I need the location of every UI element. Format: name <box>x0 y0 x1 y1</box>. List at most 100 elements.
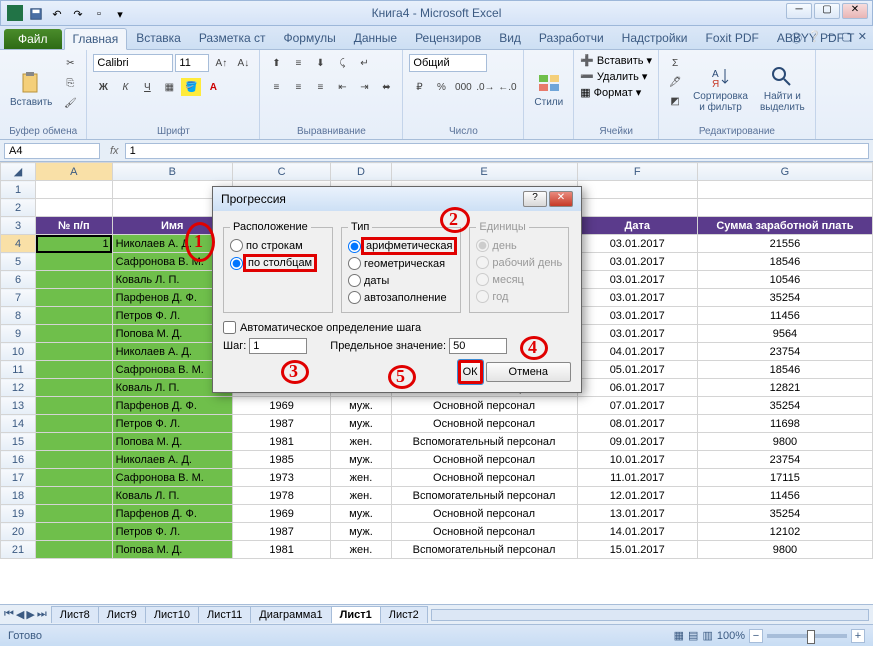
wrap-text-icon[interactable]: ↵ <box>354 54 374 72</box>
qat-dropdown-icon[interactable]: ▾ <box>111 5 129 23</box>
minimize-button[interactable]: ─ <box>786 3 812 19</box>
cell[interactable] <box>36 415 113 433</box>
cell[interactable] <box>36 433 113 451</box>
cell[interactable]: 11.01.2017 <box>577 469 697 487</box>
header-date[interactable]: Дата <box>577 217 697 235</box>
align-top-icon[interactable]: ⬆ <box>266 54 286 72</box>
header-salary[interactable]: Сумма заработной плать <box>697 217 872 235</box>
cell[interactable]: 1973 <box>232 469 330 487</box>
cell[interactable]: 08.01.2017 <box>577 415 697 433</box>
autosum-icon[interactable]: Σ <box>665 54 685 72</box>
cell[interactable]: Вспомогательный персонал <box>391 541 577 559</box>
cell[interactable]: 21556 <box>697 235 872 253</box>
styles-button[interactable]: Стили <box>530 54 567 124</box>
cell[interactable] <box>36 289 113 307</box>
tab-addins[interactable]: Надстройки <box>613 27 697 49</box>
view-break-icon[interactable]: ▥ <box>702 629 712 642</box>
cell[interactable]: 09.01.2017 <box>577 433 697 451</box>
cell[interactable] <box>36 451 113 469</box>
cut-icon[interactable]: ✂ <box>60 54 80 72</box>
cell[interactable]: 03.01.2017 <box>577 289 697 307</box>
cell[interactable] <box>36 325 113 343</box>
row-header[interactable]: 11 <box>1 361 36 379</box>
tab-formulas[interactable]: Формулы <box>275 27 345 49</box>
cell[interactable]: муж. <box>331 505 391 523</box>
cell[interactable] <box>36 487 113 505</box>
italic-icon[interactable]: К <box>115 78 135 96</box>
cell[interactable]: 03.01.2017 <box>577 325 697 343</box>
tab-home[interactable]: Главная <box>64 28 128 50</box>
cell[interactable]: 13.01.2017 <box>577 505 697 523</box>
radio-by-rows[interactable]: по строкам <box>230 237 326 254</box>
workbook-min-icon[interactable]: ─ <box>828 30 836 46</box>
cell[interactable]: 1981 <box>232 541 330 559</box>
cell[interactable]: 11456 <box>697 307 872 325</box>
insert-cells-button[interactable]: Вставить <box>597 55 644 67</box>
tab-foxit[interactable]: Foxit PDF <box>697 27 768 49</box>
row-header[interactable]: 14 <box>1 415 36 433</box>
radio-geometric[interactable]: геометрическая <box>348 255 454 272</box>
cell[interactable]: Основной персонал <box>391 451 577 469</box>
cell[interactable]: 18546 <box>697 253 872 271</box>
cell[interactable]: Парфенов Д. Ф. <box>112 397 232 415</box>
row-header[interactable]: 10 <box>1 343 36 361</box>
formula-input[interactable] <box>125 143 869 159</box>
cell[interactable]: 1987 <box>232 415 330 433</box>
indent-dec-icon[interactable]: ⇤ <box>332 78 352 96</box>
zoom-slider[interactable] <box>767 634 847 638</box>
cancel-button[interactable]: Отмена <box>486 362 571 382</box>
cell[interactable]: 05.01.2017 <box>577 361 697 379</box>
dec-decimal-icon[interactable]: ←.0 <box>497 78 517 96</box>
border-icon[interactable]: ▦ <box>159 78 179 96</box>
close-button[interactable]: ✕ <box>842 3 868 19</box>
radio-by-cols[interactable]: по столбцам <box>230 254 326 272</box>
align-center-icon[interactable]: ≡ <box>288 78 308 96</box>
undo-icon[interactable]: ↶ <box>48 5 66 23</box>
align-left-icon[interactable]: ≡ <box>266 78 286 96</box>
col-header-E[interactable]: E <box>391 163 577 181</box>
align-bottom-icon[interactable]: ⬇ <box>310 54 330 72</box>
cell[interactable] <box>36 343 113 361</box>
view-layout-icon[interactable]: ▤ <box>688 629 698 642</box>
clear-icon[interactable]: ◩ <box>665 92 685 110</box>
cell[interactable] <box>36 307 113 325</box>
fill-color-icon[interactable]: 🪣 <box>181 78 201 96</box>
tab-view[interactable]: Вид <box>490 27 530 49</box>
cell[interactable]: Петров Ф. Л. <box>112 415 232 433</box>
row-header[interactable]: 7 <box>1 289 36 307</box>
cell[interactable]: 03.01.2017 <box>577 271 697 289</box>
new-icon[interactable]: ▫ <box>90 5 108 23</box>
number-format-combo[interactable] <box>409 54 487 72</box>
cell[interactable]: 03.01.2017 <box>577 307 697 325</box>
cell[interactable] <box>36 253 113 271</box>
cell[interactable]: Николаев А. Д. <box>112 451 232 469</box>
cell[interactable]: 35254 <box>697 397 872 415</box>
row-header[interactable]: 17 <box>1 469 36 487</box>
find-select-button[interactable]: Найти и выделить <box>756 54 809 124</box>
workbook-restore-icon[interactable]: ▢ <box>841 30 851 46</box>
cell[interactable]: 35254 <box>697 289 872 307</box>
insert-cells-icon[interactable]: ➕ <box>580 54 594 67</box>
delete-cells-icon[interactable]: ➖ <box>580 70 594 83</box>
tab-data[interactable]: Данные <box>345 27 406 49</box>
row-header[interactable]: 4 <box>1 235 36 253</box>
cell[interactable] <box>36 397 113 415</box>
cell[interactable]: 9564 <box>697 325 872 343</box>
row-header[interactable]: 8 <box>1 307 36 325</box>
tab-insert[interactable]: Вставка <box>127 27 190 49</box>
cell[interactable]: муж. <box>331 415 391 433</box>
cell[interactable]: 23754 <box>697 451 872 469</box>
cell[interactable]: 23754 <box>697 343 872 361</box>
copy-icon[interactable]: ⎘ <box>60 74 80 92</box>
cell[interactable]: муж. <box>331 523 391 541</box>
cell[interactable]: 12821 <box>697 379 872 397</box>
cell[interactable]: 1 <box>36 235 113 253</box>
name-box[interactable] <box>4 143 100 159</box>
radio-dates[interactable]: даты <box>348 272 454 289</box>
col-header-D[interactable]: D <box>331 163 391 181</box>
cell[interactable]: 1969 <box>232 397 330 415</box>
delete-cells-button[interactable]: Удалить <box>597 71 639 83</box>
font-color-icon[interactable]: A <box>203 78 223 96</box>
cell[interactable]: 10546 <box>697 271 872 289</box>
row-header[interactable]: 20 <box>1 523 36 541</box>
